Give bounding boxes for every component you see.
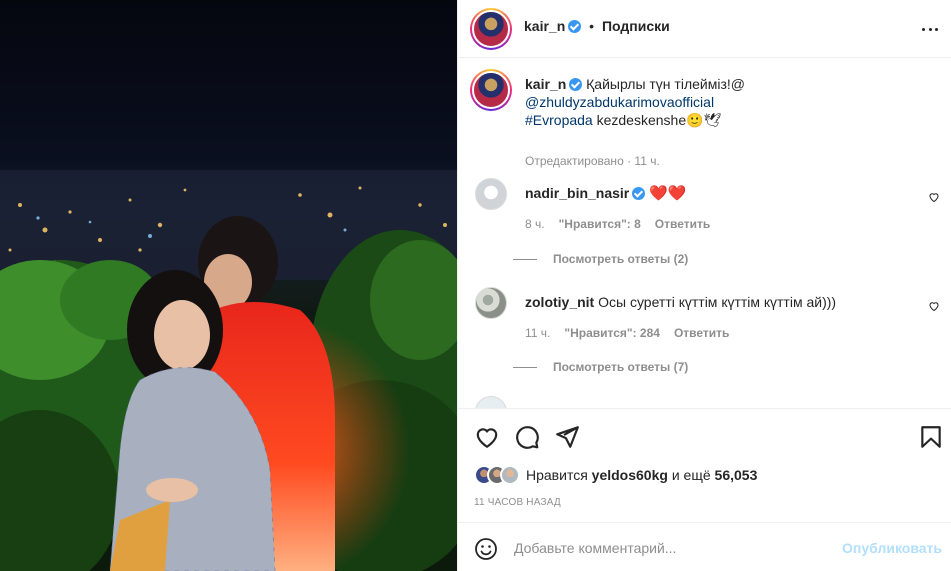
verified-badge-icon [632,187,646,200]
author-username[interactable]: kair_n [524,18,565,34]
view-replies-button[interactable]: Посмотреть ответы (7) [513,360,688,374]
comment-input[interactable] [514,536,844,560]
verified-badge-icon [569,78,583,91]
likes-count[interactable]: 56,053 [715,467,758,483]
comment-like-icon[interactable] [928,300,940,312]
reply-button[interactable]: Ответить [655,217,710,231]
commenter-username[interactable]: zolotiy_nit [525,294,594,310]
commenter-avatar[interactable] [475,178,507,210]
comment-body: nadir_bin_nasir ❤️❤️ [525,184,905,203]
comment-meta: 8 ч. "Нравится": 8 Ответить [525,217,710,231]
verified-badge-icon [568,20,582,33]
caption-username[interactable]: kair_n [525,76,566,92]
share-icon[interactable] [554,424,580,450]
caption-emojis: 🙂🕊 [686,112,722,128]
more-icon[interactable] [922,21,938,37]
caption-tail-text: kezdeskenshe [596,112,687,128]
bookmark-icon[interactable] [918,424,944,450]
liker-username[interactable]: yeldos60kg [592,467,668,483]
comment-body: zolotiy_nit Осы суретті күттім күттім кү… [525,293,905,311]
post-photo-illustration [0,170,457,571]
liker-avatar [500,465,520,485]
comment-likes[interactable]: "Нравится": 8 [559,217,641,231]
comment-like-icon[interactable] [928,191,940,203]
caption-text: kair_n Қайырлы түн тілейміз!@ @zhuldyzab… [525,75,925,129]
reply-button[interactable]: Ответить [674,326,729,340]
post-side-panel: kair_n • Подписки kair_n Қайырлы түн тіл… [457,0,951,571]
caption-mention[interactable]: @zhuldyzabdukarimovaofficial [525,94,714,110]
author-info: kair_n • Подписки [524,18,670,34]
replies-divider [513,366,537,368]
caption-meta: Отредактировано · 11 ч. [525,154,660,168]
comment-text: Осы суретті күттім күттім күттім ай))) [598,294,837,310]
emoji-icon[interactable] [474,537,498,561]
comment-icon[interactable] [514,424,540,450]
comment-time[interactable]: 11 ч. [525,326,550,340]
separator-dot: • [589,18,595,34]
likes-summary[interactable]: Нравится yeldos60kg и ещё 56,053 [474,465,757,485]
post-photo[interactable] [0,0,457,571]
commenter-avatar[interactable] [475,396,507,408]
edited-label: Отредактировано [525,154,624,168]
view-replies-button[interactable]: Посмотреть ответы (2) [513,252,688,266]
comments-section[interactable]: kair_n Қайырлы түн тілейміз!@ @zhuldyzab… [458,59,951,408]
view-replies-label: Посмотреть ответы (2) [553,252,689,266]
caption-hashtag[interactable]: #Evropada [525,112,593,128]
edited-time: 11 ч. [634,154,660,168]
comment-text: ❤️❤️ [649,185,687,202]
post-actions: Нравится yeldos60kg и ещё 56,053 11 часо… [458,408,951,522]
comment-meta: 11 ч. "Нравится": 284 Ответить [525,326,729,340]
following-button[interactable]: Подписки [602,18,670,34]
replies-divider [513,258,537,260]
view-replies-label: Посмотреть ответы (7) [553,360,689,374]
caption-main-text: Қайырлы түн тілейміз!@ [586,76,745,92]
caption-avatar[interactable] [470,69,512,111]
comment-likes[interactable]: "Нравится": 284 [564,326,660,340]
author-avatar[interactable] [470,8,512,50]
post-comment-button[interactable]: Опубликовать [842,540,942,556]
heart-icon[interactable] [474,424,500,450]
comment-time[interactable]: 8 ч. [525,217,545,231]
post-timestamp[interactable]: 11 часов назад [474,497,561,508]
commenter-avatar[interactable] [475,287,507,319]
likes-text: Нравится yeldos60kg и ещё 56,053 [526,467,758,483]
add-comment-form: Опубликовать [458,522,951,571]
commenter-username[interactable]: nadir_bin_nasir [525,185,629,201]
post-header: kair_n • Подписки [458,0,951,58]
